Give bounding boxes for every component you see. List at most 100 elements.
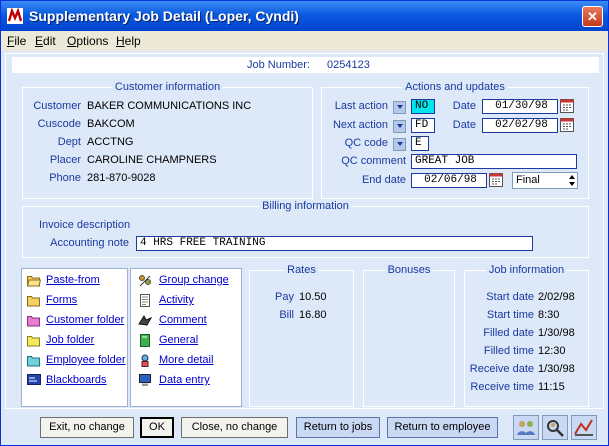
phone-value: 281-870-9028 [87,172,156,184]
toolbar-button-1[interactable] [513,415,539,440]
start-time-value: 8:30 [538,309,560,321]
last-action-dropdown[interactable] [393,101,406,114]
filled-date-label: Filled date [483,327,534,339]
ok-button[interactable]: OK [140,417,174,438]
customer-info-title: Customer information [111,81,224,93]
next-action-label: Next action [332,119,388,131]
more-detail-link[interactable]: More detail [159,354,213,366]
placer-value: CAROLINE CHAMPNERS [87,154,217,166]
calendar-icon[interactable] [489,173,503,187]
last-action-date-field[interactable]: 01/30/98 [482,99,558,114]
menu-edit[interactable]: Edit [35,34,56,48]
next-action-dropdown[interactable] [393,120,406,133]
filled-date-value: 1/30/98 [538,327,575,339]
end-status-select[interactable]: Final [512,172,578,189]
last-action-label: Last action [334,100,388,112]
data-entry-link[interactable]: Data entry [159,374,210,386]
group-change-link[interactable]: Group change [159,274,229,286]
folder-open-icon [27,276,41,287]
customer-info-group: Customer information Customer BAKER COMM… [22,81,313,199]
menu-bar: File Edit Options Help [1,31,608,51]
dept-label: Dept [57,136,81,148]
toolbar-button-2[interactable] [542,415,568,440]
end-date-field[interactable]: 02/06/98 [411,173,487,188]
dept-value: ACCTNG [87,136,134,148]
blackboards-link[interactable]: Blackboards [46,374,107,386]
job-number-label: Job Number: [247,59,310,71]
qc-comment-field[interactable]: GREAT JOB [411,154,577,169]
chart-tools-icon [574,419,593,436]
people-handshake-icon [517,421,535,435]
spinner-arrows-icon[interactable] [567,173,577,188]
job-number-row: Job Number: 0254123 [12,57,599,73]
filled-time-value: 12:30 [538,345,566,357]
employee-folder-link[interactable]: Employee folder [46,354,126,366]
close-button[interactable]: ✕ [582,6,603,27]
comment-icon [138,314,152,326]
customer-folder-link[interactable]: Customer folder [46,314,124,326]
rates-title: Rates [284,264,319,276]
job-info-title: Job information [485,264,568,276]
cuscode-value: BAKCOM [87,118,135,130]
group-change-icon [139,275,151,287]
phone-label: Phone [49,172,81,184]
menu-help[interactable]: Help [116,34,141,48]
general-link[interactable]: General [159,334,198,346]
main-panel: Job Number: 0254123 Customer information… [5,53,604,409]
bonuses-group: Bonuses [363,264,455,407]
qc-code-dropdown[interactable] [393,138,406,151]
receive-date-value: 1/30/98 [538,363,575,375]
close-no-change-button[interactable]: Close, no change [181,417,288,438]
app-icon [7,8,23,24]
bonuses-title: Bonuses [384,264,434,276]
return-to-jobs-button[interactable]: Return to jobs [296,417,380,438]
folder-icon [27,336,40,347]
job-number-value: 0254123 [327,59,370,71]
window: Supplementary Job Detail (Loper, Cyndi) … [0,0,609,446]
start-date-label: Start date [486,291,534,303]
general-book-icon [140,334,150,347]
nav-actions: Group change Activity Comment General Mo… [130,268,242,407]
search-person-icon [547,420,564,437]
calendar-icon[interactable] [560,118,574,132]
start-date-value: 2/02/98 [538,291,575,303]
end-status-value: Final [516,174,540,186]
toolbar-button-3[interactable] [571,415,597,440]
placer-label: Placer [49,154,81,166]
accounting-note-field[interactable]: 4 HRS FREE TRAINING [136,236,533,251]
blackboard-icon [27,374,41,385]
activity-link[interactable]: Activity [159,294,194,306]
qc-comment-label: QC comment [341,155,406,167]
return-to-employee-button[interactable]: Return to employee [387,417,498,438]
last-action-field[interactable]: NO [411,99,435,114]
job-folder-link[interactable]: Job folder [46,334,94,346]
last-action-date-label: Date [452,100,476,112]
folder-icon [27,356,40,367]
bill-value: 16.80 [299,309,327,321]
receive-time-label: Receive time [470,381,534,393]
next-action-date-label: Date [452,119,476,131]
exit-no-change-button[interactable]: Exit, no change [40,417,134,438]
next-action-date-field[interactable]: 02/02/98 [482,118,558,133]
customer-value: BAKER COMMUNICATIONS INC [87,100,252,112]
folder-icon [27,296,40,307]
qc-code-field[interactable]: E [411,136,429,151]
forms-link[interactable]: Forms [46,294,77,306]
next-action-field[interactable]: FD [411,118,435,133]
paste-from-link[interactable]: Paste-from [46,274,100,286]
qc-code-label: QC code [344,137,388,149]
menu-file[interactable]: File [7,34,26,48]
actions-group: Actions and updates Last action NO Date … [321,81,589,199]
cuscode-label: Cuscode [37,118,81,130]
menu-options[interactable]: Options [67,34,108,48]
more-detail-icon [141,354,149,367]
document-icon [140,294,150,307]
calendar-icon[interactable] [560,99,574,113]
actions-title: Actions and updates [402,81,508,93]
folder-icon [27,316,40,327]
comment-link[interactable]: Comment [159,314,207,326]
billing-group: Billing information Invoice description … [22,200,589,258]
end-date-label: End date [361,174,406,186]
receive-date-label: Receive date [469,363,534,375]
title-bar[interactable]: Supplementary Job Detail (Loper, Cyndi) … [1,1,608,31]
